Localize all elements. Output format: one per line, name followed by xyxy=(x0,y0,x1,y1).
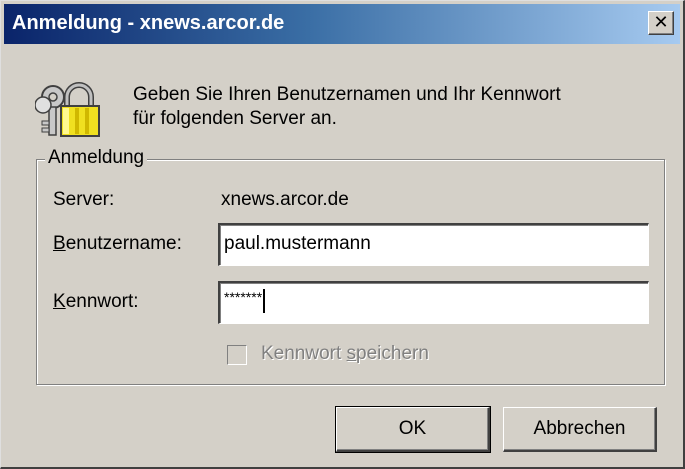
password-field[interactable]: ******* xyxy=(218,281,649,324)
save-password-label-pre: Kennwort xyxy=(261,343,347,364)
save-password-access-key: s xyxy=(346,343,357,364)
instruction-text: Geben Sie Ihren Benutzernamen und Ihr Ke… xyxy=(133,83,561,131)
close-icon: ✕ xyxy=(653,12,669,33)
title-bar[interactable]: Anmeldung - xnews.arcor.de ✕ xyxy=(4,4,680,44)
username-label-text: enutzername: xyxy=(65,233,182,254)
login-dialog: Anmeldung - xnews.arcor.de ✕ Geben Sie I… xyxy=(0,0,685,469)
cancel-button[interactable]: Abbrechen xyxy=(503,407,657,452)
save-password-label-post: peichern xyxy=(356,343,429,364)
padlock-keys-icon xyxy=(35,82,100,137)
username-field[interactable]: paul.mustermann xyxy=(218,223,649,266)
username-label: Benutzername: xyxy=(53,233,182,255)
window-title: Anmeldung - xnews.arcor.de xyxy=(12,12,285,34)
password-label-text: ennwort: xyxy=(65,291,139,312)
instruction-line-2: für folgenden Server an. xyxy=(133,108,337,129)
username-access-key: B xyxy=(53,233,66,254)
server-value: xnews.arcor.de xyxy=(221,189,349,210)
instruction-line-1: Geben Sie Ihren Benutzernamen und Ihr Ke… xyxy=(133,84,561,105)
groupbox-legend: Anmeldung xyxy=(45,147,148,169)
password-masked-value: ******* xyxy=(224,289,263,305)
ok-button[interactable]: OK xyxy=(335,406,491,453)
text-caret xyxy=(263,289,266,313)
close-button[interactable]: ✕ xyxy=(648,11,674,35)
save-password-checkbox[interactable] xyxy=(227,345,247,365)
server-label: Server: xyxy=(53,189,115,210)
password-access-key: K xyxy=(53,291,66,312)
save-password-label: Kennwort speichern xyxy=(261,343,429,365)
password-label: Kennwort: xyxy=(53,291,139,313)
